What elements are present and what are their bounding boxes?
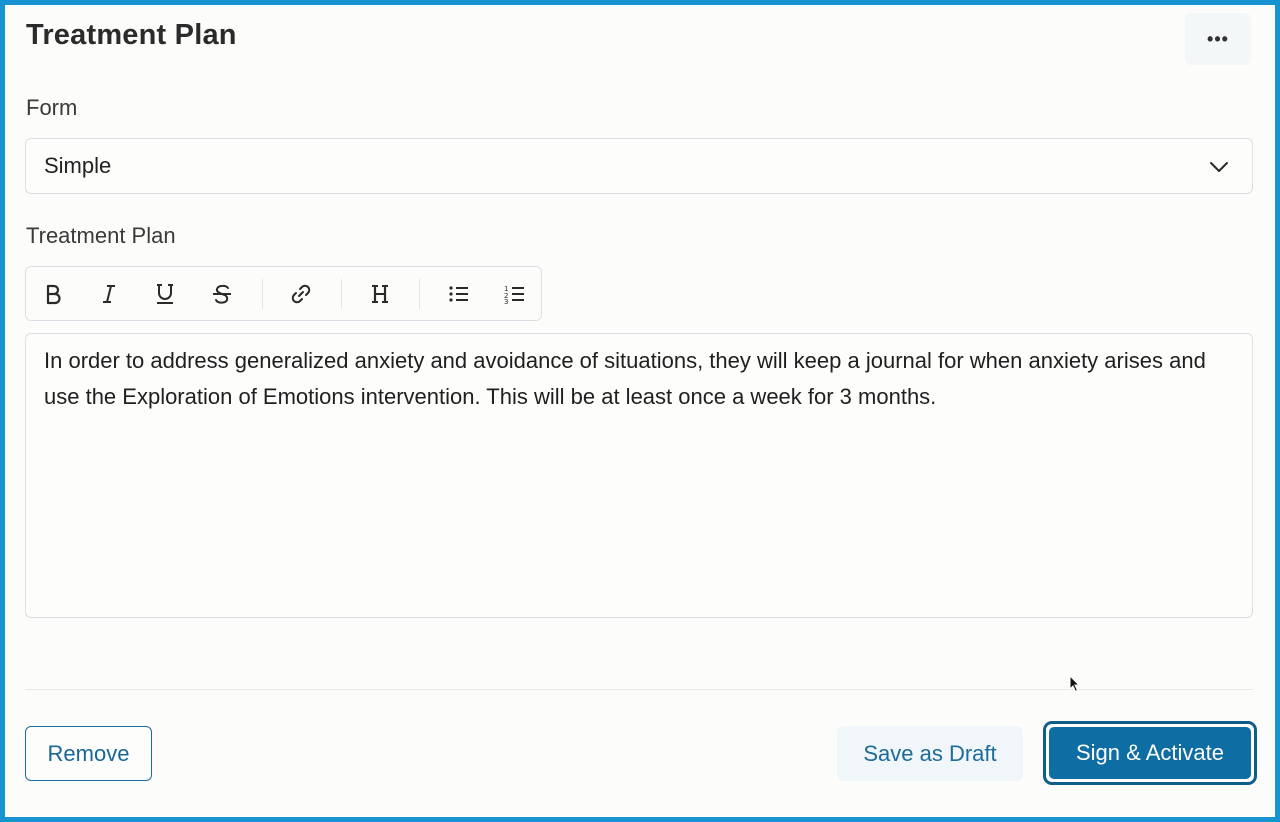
page-title: Treatment Plan bbox=[26, 19, 237, 51]
bullet-list-icon bbox=[449, 286, 468, 302]
treatment-plan-label: Treatment Plan bbox=[26, 223, 176, 248]
form-select[interactable]: Simple bbox=[25, 138, 1253, 194]
toolbar-divider bbox=[341, 279, 342, 309]
sign-and-activate-button[interactable]: Sign & Activate bbox=[1043, 721, 1257, 785]
numbered-list-icon: 1 2 3 bbox=[504, 285, 524, 305]
toolbar-divider bbox=[419, 279, 420, 309]
treatment-plan-editor[interactable]: In order to address generalized anxiety … bbox=[25, 333, 1253, 618]
treatment-plan-panel: Treatment Plan ••• Form Simple Treatment… bbox=[0, 0, 1280, 822]
svg-text:3: 3 bbox=[504, 298, 508, 305]
numbered-list-button[interactable]: 1 2 3 bbox=[500, 279, 530, 309]
strikethrough-button[interactable] bbox=[207, 279, 237, 309]
underline-button[interactable] bbox=[150, 279, 180, 309]
link-icon bbox=[291, 284, 311, 304]
bold-icon bbox=[46, 284, 61, 305]
strikethrough-icon bbox=[213, 284, 231, 304]
mouse-cursor-icon bbox=[1069, 675, 1081, 693]
save-as-draft-button[interactable]: Save as Draft bbox=[837, 726, 1023, 781]
bullet-list-button[interactable] bbox=[444, 279, 474, 309]
sign-and-activate-label: Sign & Activate bbox=[1049, 727, 1251, 779]
editor-toolbar: 1 2 3 bbox=[25, 266, 542, 321]
heading-icon bbox=[372, 285, 388, 303]
toolbar-divider bbox=[262, 279, 263, 309]
editor-content[interactable]: In order to address generalized anxiety … bbox=[44, 343, 1214, 414]
heading-button[interactable] bbox=[365, 279, 395, 309]
form-select-value: Simple bbox=[44, 153, 112, 178]
underline-icon bbox=[157, 284, 173, 304]
more-options-button[interactable]: ••• bbox=[1185, 13, 1251, 65]
italic-icon bbox=[103, 285, 115, 303]
form-label: Form bbox=[26, 95, 78, 120]
chevron-down-icon bbox=[1210, 162, 1228, 172]
remove-button[interactable]: Remove bbox=[25, 726, 152, 781]
ellipsis-horizontal-icon: ••• bbox=[1207, 28, 1229, 49]
italic-button[interactable] bbox=[94, 279, 124, 309]
link-button[interactable] bbox=[286, 279, 316, 309]
bold-button[interactable] bbox=[38, 279, 68, 309]
